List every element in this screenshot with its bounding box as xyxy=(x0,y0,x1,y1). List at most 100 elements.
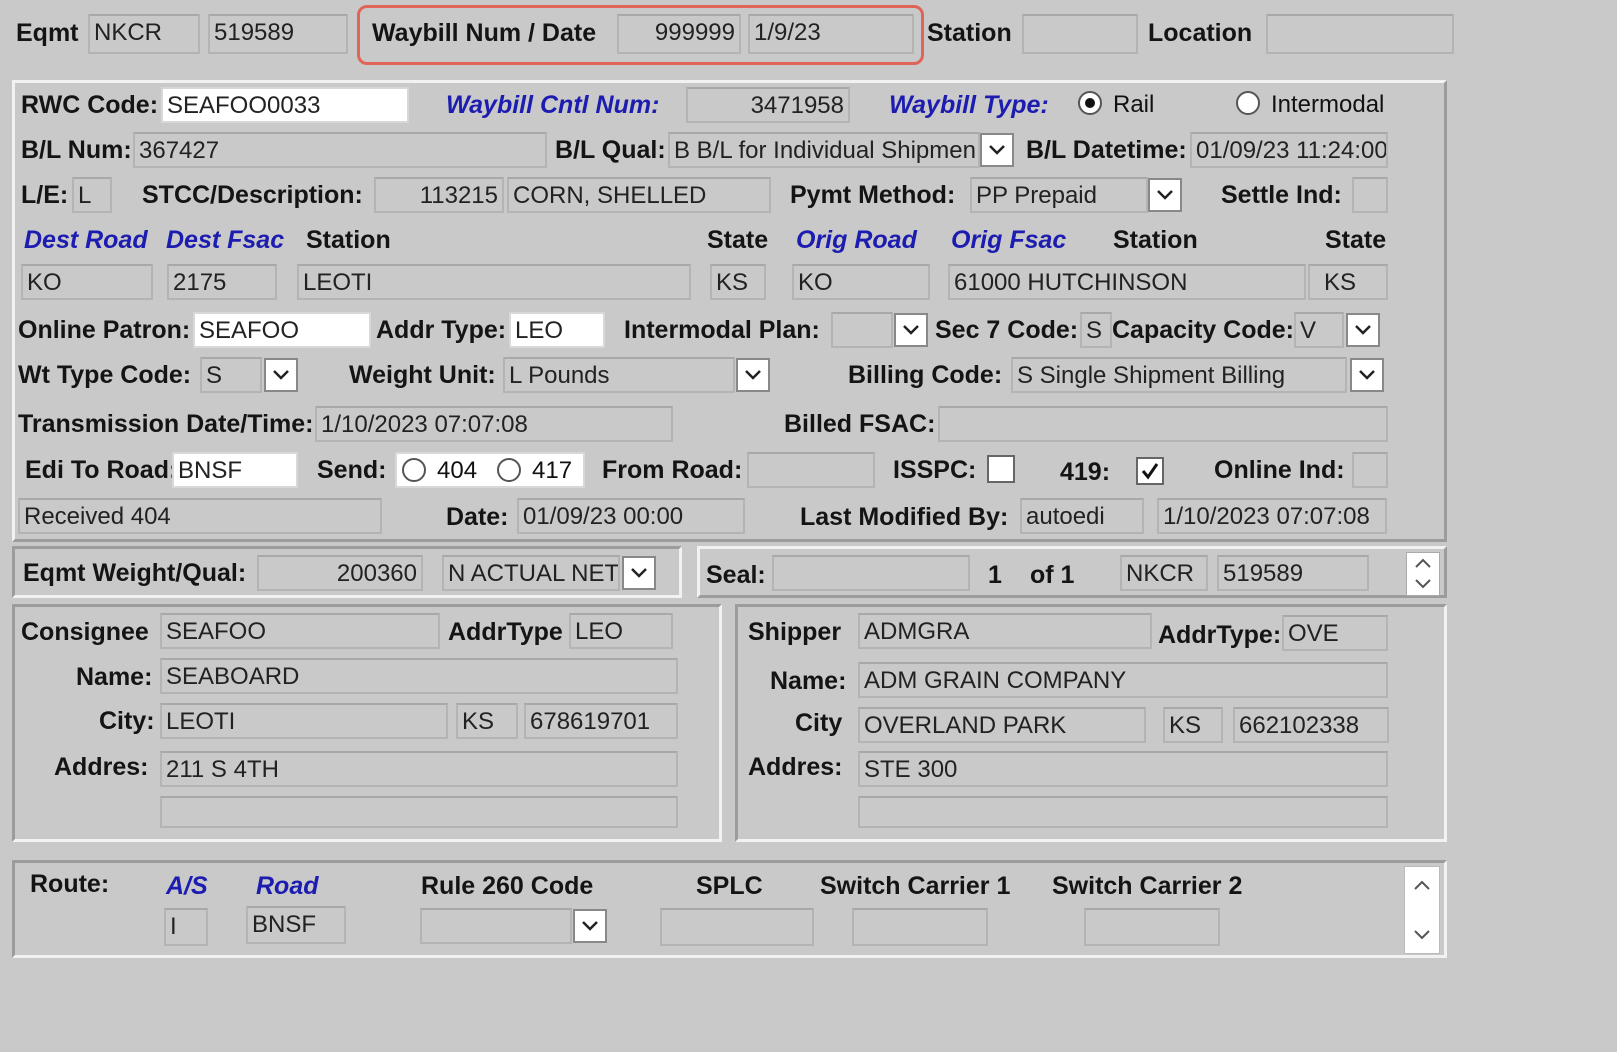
eqmt-qual-dropdown-button[interactable] xyxy=(622,556,656,590)
isspc-checkbox[interactable] xyxy=(987,455,1015,483)
billing-code-dropdown-button[interactable] xyxy=(1350,358,1384,392)
seal-eqmt-initial-field: NKCR xyxy=(1120,555,1208,591)
dest-state-field[interactable]: KS xyxy=(710,264,766,300)
dest-fsac-field[interactable]: 2175 xyxy=(167,264,277,300)
route-rule260-select[interactable] xyxy=(420,908,572,944)
transmission-datetime-field[interactable]: 1/10/2023 07:07:08 xyxy=(315,406,673,442)
dest-road-field[interactable]: KO xyxy=(21,264,153,300)
dest-road-label: Dest Road xyxy=(24,226,148,254)
route-splc-field[interactable] xyxy=(660,908,814,946)
wt-type-code-dropdown-button[interactable] xyxy=(264,358,298,392)
date-field[interactable]: 01/09/23 00:00 xyxy=(517,498,745,534)
consignee-address-line2-field[interactable] xyxy=(160,796,678,828)
eqmt-initial-field[interactable]: NKCR xyxy=(88,14,200,54)
dest-station-field[interactable]: LEOTI xyxy=(297,264,691,300)
sec7-code-field[interactable]: S xyxy=(1080,312,1112,348)
send-417-radio[interactable] xyxy=(497,458,521,482)
shipper-state-field[interactable]: KS xyxy=(1163,707,1223,743)
shipper-label: Shipper xyxy=(748,618,842,646)
waybill-cntl-num-field[interactable]: 3471958 xyxy=(686,87,850,123)
online-ind-field[interactable] xyxy=(1352,452,1388,488)
route-rule260-dropdown-button[interactable] xyxy=(573,909,607,943)
shipper-zip-field[interactable]: 662102338 xyxy=(1233,707,1389,743)
route-switch-carrier1-field[interactable] xyxy=(852,908,988,946)
addr-type-field[interactable]: LEO xyxy=(509,312,605,348)
consignee-code-field[interactable]: SEAFOO xyxy=(160,613,440,649)
bl-datetime-field[interactable]: 01/09/23 11:24:00 xyxy=(1190,132,1388,168)
capacity-code-dropdown-button[interactable] xyxy=(1346,313,1380,347)
consignee-address-label: Addres: xyxy=(54,753,149,781)
consignee-city-field[interactable]: LEOTI xyxy=(160,703,448,739)
stcc-code-field[interactable]: 113215 xyxy=(374,177,504,213)
seal-spinner[interactable] xyxy=(1406,552,1440,596)
orig-road-field[interactable]: KO xyxy=(792,264,930,300)
settle-ind-field[interactable] xyxy=(1352,177,1388,213)
pymt-method-label: Pymt Method: xyxy=(790,181,956,209)
consignee-addrtype-field[interactable]: LEO xyxy=(569,613,673,649)
rwc-code-label: RWC Code: xyxy=(21,91,159,119)
waybill-type-intermodal-radio[interactable] xyxy=(1236,91,1260,115)
eqmt-weight-field[interactable]: 200360 xyxy=(257,555,423,591)
intermodal-plan-dropdown-button[interactable] xyxy=(894,313,928,347)
chevron-down-icon xyxy=(1157,190,1173,200)
from-road-field[interactable] xyxy=(747,452,875,488)
stcc-description-field[interactable]: CORN, SHELLED xyxy=(507,177,771,213)
bl-qual-dropdown-button[interactable] xyxy=(980,133,1014,167)
last-modified-time-field[interactable]: 1/10/2023 07:07:08 xyxy=(1157,498,1387,534)
received-status-field: Received 404 xyxy=(18,498,382,534)
dest-station-label: Station xyxy=(306,226,391,254)
seal-field[interactable] xyxy=(772,555,970,591)
billed-fsac-field[interactable] xyxy=(938,406,1388,442)
bl-num-field[interactable]: 367427 xyxy=(133,132,547,168)
billing-code-select[interactable]: S Single Shipment Billing xyxy=(1011,357,1347,393)
consignee-state-field[interactable]: KS xyxy=(456,703,518,739)
shipper-address-line1-field[interactable]: STE 300 xyxy=(858,751,1388,787)
eqmt-qual-select[interactable]: N ACTUAL NET xyxy=(442,555,620,591)
station-field[interactable] xyxy=(1022,14,1138,54)
bl-qual-select[interactable]: B B/L for Individual Shipmen xyxy=(668,132,980,168)
weight-unit-select[interactable]: L Pounds xyxy=(503,357,735,393)
waybill-num-date-label: Waybill Num / Date xyxy=(372,19,597,47)
settle-ind-label: Settle Ind: xyxy=(1221,181,1342,209)
weight-unit-dropdown-button[interactable] xyxy=(736,358,770,392)
shipper-name-field[interactable]: ADM GRAIN COMPANY xyxy=(858,662,1388,698)
edi-to-road-field[interactable]: BNSF xyxy=(172,452,298,488)
shipper-addrtype-field[interactable]: OVE xyxy=(1282,615,1388,651)
route-as-field[interactable]: I xyxy=(164,908,208,946)
chevron-up-icon[interactable] xyxy=(1414,557,1432,569)
shipper-code-field[interactable]: ADMGRA xyxy=(858,613,1152,649)
orig-state-field[interactable]: KS xyxy=(1308,264,1388,300)
shipper-city-field[interactable]: OVERLAND PARK xyxy=(858,707,1146,743)
waybill-type-rail-radio[interactable] xyxy=(1078,91,1102,115)
419-checkbox[interactable] xyxy=(1136,457,1164,485)
capacity-code-select[interactable]: V xyxy=(1294,312,1344,348)
capacity-code-label: Capacity Code: xyxy=(1112,316,1294,344)
send-404-radio[interactable] xyxy=(402,458,426,482)
route-road-field[interactable]: BNSF xyxy=(246,906,346,944)
waybill-num-field[interactable]: 999999 xyxy=(617,14,741,54)
chevron-down-icon[interactable] xyxy=(1414,578,1432,590)
orig-state-label: State xyxy=(1325,226,1387,254)
waybill-date-field[interactable]: 1/9/23 xyxy=(748,14,914,54)
wt-type-code-select[interactable]: S xyxy=(200,357,262,393)
consignee-zip-field[interactable]: 678619701 xyxy=(524,703,678,739)
orig-fsac-station-field[interactable]: 61000 HUTCHINSON xyxy=(948,264,1306,300)
route-scrollbar[interactable] xyxy=(1404,866,1440,954)
consignee-name-field[interactable]: SEABOARD xyxy=(160,658,678,694)
intermodal-plan-select[interactable] xyxy=(831,312,893,348)
le-field[interactable]: L xyxy=(72,177,112,213)
pymt-method-select[interactable]: PP Prepaid xyxy=(970,177,1148,213)
eqmt-number-field[interactable]: 519589 xyxy=(208,14,348,54)
route-switch-carrier2-label: Switch Carrier 2 xyxy=(1052,872,1243,900)
location-field[interactable] xyxy=(1266,14,1454,54)
rwc-code-field[interactable]: SEAFOO0033 xyxy=(161,87,409,123)
orig-road-label: Orig Road xyxy=(796,226,917,254)
pymt-method-dropdown-button[interactable] xyxy=(1148,178,1182,212)
route-switch-carrier2-field[interactable] xyxy=(1084,908,1220,946)
consignee-address-line1-field[interactable]: 211 S 4TH xyxy=(160,751,678,787)
chevron-up-icon[interactable] xyxy=(1413,879,1431,891)
chevron-down-icon[interactable] xyxy=(1413,929,1431,941)
online-patron-field[interactable]: SEAFOO xyxy=(193,312,371,348)
last-modified-user-field[interactable]: autoedi xyxy=(1020,498,1144,534)
shipper-address-line2-field[interactable] xyxy=(858,796,1388,828)
